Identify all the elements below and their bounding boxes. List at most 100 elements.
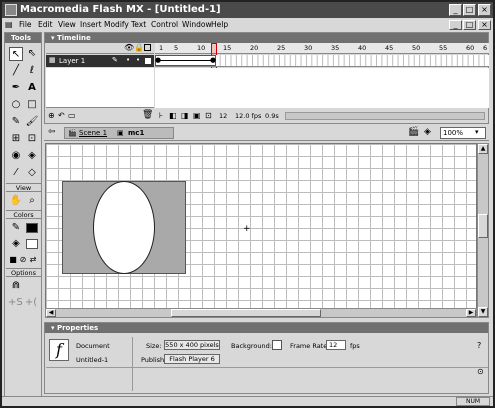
straighten-icon[interactable]: +( [24, 296, 38, 310]
expand-panel-icon[interactable]: ⊙ [477, 367, 484, 376]
background-color-swatch[interactable] [272, 340, 282, 350]
pen-tool-icon[interactable]: ✒ [9, 81, 23, 95]
swap-colors-icon[interactable]: ⇄ [28, 253, 38, 267]
scroll-left-arrow-icon[interactable]: ◀ [46, 309, 56, 317]
delete-layer-icon[interactable]: 🗑 [142, 110, 153, 120]
menu-modify[interactable]: Modify [104, 20, 129, 29]
stage-v-scrollbar[interactable]: ▲ ▼ [477, 143, 489, 318]
insert-layer-folder-icon[interactable]: ▭ [68, 111, 76, 120]
snap-to-objects-icon[interactable]: ⋒ [9, 279, 23, 293]
menu-edit[interactable]: Edit [38, 20, 53, 29]
menu-insert[interactable]: Insert [80, 20, 102, 29]
menu-file[interactable]: File [19, 20, 32, 29]
stroke-color-swatch[interactable] [26, 223, 38, 233]
publish-settings-button[interactable]: Flash Player 6 [164, 354, 220, 364]
menu-help[interactable]: Help [211, 20, 228, 29]
maximize-button[interactable]: □ [463, 4, 476, 16]
fill-color-icon[interactable]: ◈ [9, 237, 23, 251]
symbol-link[interactable]: mc1 [128, 129, 144, 137]
edit-symbols-icon[interactable]: ◈ [424, 127, 431, 137]
frame-ruler[interactable]: 1 5 10 15 20 25 30 35 40 45 50 55 60 6 [155, 43, 489, 54]
lasso-tool-icon[interactable]: ℓ [25, 64, 39, 78]
free-transform-tool-icon[interactable]: ⊞ [9, 132, 23, 146]
brush-tool-icon[interactable]: 🖌 [25, 115, 39, 129]
properties-header-label: Properties [56, 324, 99, 332]
timeline-h-scrollbar[interactable] [285, 112, 485, 120]
back-arrow-icon[interactable]: ⇦ [48, 127, 56, 137]
close-button[interactable]: × [478, 4, 491, 16]
doc-minimize-button[interactable]: _ [449, 20, 462, 30]
onion-skin-icon[interactable]: ◧ [169, 111, 177, 120]
frame-rate-field[interactable]: 12 [326, 340, 346, 350]
frame-rate-display: 12.0 fps [235, 112, 262, 120]
stroke-color-icon[interactable]: ✎ [9, 221, 23, 235]
line-tool-icon[interactable]: ╱ [9, 64, 23, 78]
eyedropper-tool-icon[interactable]: ⁄ [9, 166, 23, 180]
frame-number: 50 [412, 44, 421, 52]
current-frame: 12 [219, 112, 228, 120]
smooth-icon[interactable]: +S [8, 296, 23, 310]
ink-bottle-tool-icon[interactable]: ◉ [9, 149, 23, 163]
zoom-select[interactable]: 100% ▾ [440, 127, 486, 139]
zoom-tool-icon[interactable]: ⌕ [25, 194, 39, 208]
scroll-down-arrow-icon[interactable]: ▼ [478, 307, 488, 317]
layer-frames[interactable]: ● ● [155, 55, 489, 67]
fill-color-swatch[interactable] [26, 239, 38, 249]
doc-restore-button[interactable]: □ [463, 20, 476, 30]
v-scroll-thumb[interactable] [478, 214, 488, 238]
insert-layer-icon[interactable]: ⊕ [48, 111, 55, 120]
document-name: Untitled-1 [76, 356, 109, 364]
subselect-tool-icon[interactable]: ⇖ [25, 47, 39, 61]
layer-lock-dot[interactable]: • [136, 56, 140, 64]
stage-h-scrollbar[interactable]: ◀ ▶ [45, 308, 477, 318]
modify-onion-markers-icon[interactable]: ⊡ [205, 111, 212, 120]
pencil-tool-icon[interactable]: ✎ [9, 115, 23, 129]
scene-link[interactable]: Scene 1 [79, 129, 107, 137]
scroll-right-arrow-icon[interactable]: ▶ [466, 309, 476, 317]
minimize-button[interactable]: _ [449, 4, 462, 16]
outline-layers-icon[interactable] [144, 44, 151, 51]
oval-tool-icon[interactable]: ○ [9, 98, 23, 112]
frame-number: 5 [174, 44, 179, 52]
view-section-label: View [6, 183, 41, 192]
eraser-tool-icon[interactable]: ◇ [25, 166, 39, 180]
layer-row[interactable]: ▦ Layer 1 ✎ • • [46, 55, 154, 67]
scroll-up-arrow-icon[interactable]: ▲ [478, 144, 488, 154]
text-tool-icon[interactable]: A [25, 81, 39, 95]
oval-shape[interactable] [93, 181, 155, 274]
publish-label: Publish: [141, 356, 167, 364]
size-button[interactable]: 550 x 400 pixels [164, 340, 220, 350]
edit-multiple-frames-icon[interactable]: ▣ [193, 111, 201, 120]
center-frame-icon[interactable]: ⊦ [159, 111, 163, 120]
layer-header-row: 👁 🔒 [46, 43, 154, 54]
fill-transform-tool-icon[interactable]: ⊡ [25, 132, 39, 146]
rectangle-tool-icon[interactable]: □ [25, 98, 39, 112]
menu-text[interactable]: Text [131, 20, 146, 29]
h-scroll-thumb[interactable] [171, 309, 321, 317]
help-icon[interactable]: ? [477, 341, 481, 350]
document-menu-icon[interactable]: ▤ [5, 20, 13, 29]
layer-outline-square[interactable] [145, 58, 151, 64]
keyframe-dot[interactable]: ● [155, 56, 161, 64]
menu-control[interactable]: Control [151, 20, 178, 29]
registration-crosshair-icon: + [243, 224, 251, 234]
paint-bucket-tool-icon[interactable]: ◈ [25, 149, 39, 163]
onion-skin-outlines-icon[interactable]: ◨ [181, 111, 189, 120]
add-motion-guide-icon[interactable]: ↶ [58, 111, 65, 120]
lock-layers-icon[interactable]: 🔒 [134, 43, 144, 52]
layer-name[interactable]: Layer 1 [59, 57, 85, 65]
menu-window[interactable]: Window [182, 20, 212, 29]
arrow-tool-icon[interactable]: ↖ [9, 47, 23, 61]
no-color-icon[interactable]: ⊘ [18, 253, 28, 267]
layer-visibility-dot[interactable]: • [126, 56, 130, 64]
doc-close-button[interactable]: × [478, 20, 491, 30]
keyframe-dot[interactable]: ● [210, 56, 216, 64]
default-colors-icon[interactable]: ■ [8, 253, 18, 267]
menu-view[interactable]: View [58, 20, 76, 29]
tools-panel-header[interactable]: Tools [5, 33, 41, 43]
timeline-panel-header[interactable]: ▾ Timeline [45, 33, 488, 43]
show-hide-layers-icon[interactable]: 👁 [124, 43, 134, 52]
edit-scene-icon[interactable]: 🎬 [408, 127, 419, 137]
hand-tool-icon[interactable]: ✋ [9, 194, 23, 208]
properties-panel-header[interactable]: ▾ Properties [45, 323, 488, 333]
